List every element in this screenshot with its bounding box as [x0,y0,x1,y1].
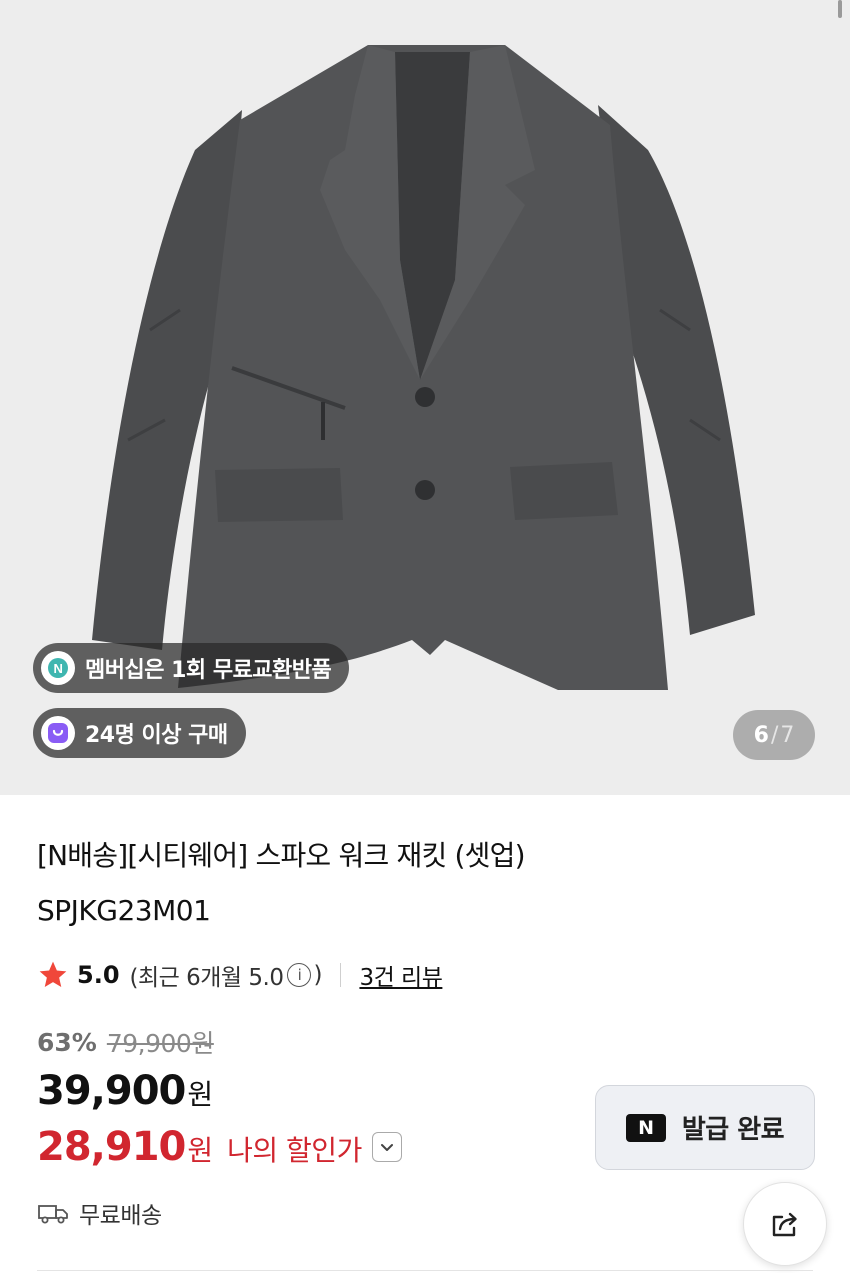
naver-n-icon: N [625,1113,666,1142]
scroll-indicator [838,0,842,18]
sale-price: 39,900 [37,1068,186,1114]
chevron-down-icon[interactable] [371,1132,402,1162]
review-link[interactable]: 3건 리뷰 [359,958,442,992]
image-counter-current: 6 [753,722,769,748]
buyers-badge-text: 24명 이상 구매 [85,723,228,748]
my-price: 28,910 [37,1124,186,1170]
shopping-bag-icon [41,716,75,750]
divider [339,963,342,987]
original-price: 79,900원 [106,1029,214,1058]
sale-price-unit: 원 [187,1078,214,1111]
rating-recent-close: ) [313,962,322,988]
discount-rate: 63% [37,1027,97,1057]
price-row: 39,900 원 [37,1068,213,1114]
product-image-gallery[interactable]: N 멤버십은 1회 무료교환반품 24명 이상 구매 6 / 7 [0,0,850,795]
section-divider [37,1270,813,1271]
buyers-badge: 24명 이상 구매 [33,708,246,758]
rating-recent-text: (최근 6개월 5.0 [129,965,284,991]
image-counter-total: 7 [780,722,795,748]
share-icon [772,1212,797,1237]
rating-score: 5.0 [77,961,120,989]
star-icon [39,961,67,987]
rating-row: 5.0 (최근 6개월 5.0 i ) 3건 리뷰 [37,955,443,995]
image-counter: 6 / 7 [733,710,815,760]
rating-recent: (최근 6개월 5.0 i ) [129,958,323,992]
coupon-issued-label: 발급 완료 [681,1115,785,1145]
image-counter-separator: / [770,722,779,748]
membership-icon: N [41,651,75,685]
share-button[interactable] [743,1182,827,1266]
svg-text:N: N [54,661,63,676]
my-price-unit: 원 [187,1134,214,1167]
truck-icon [38,1205,68,1224]
membership-badge: N 멤버십은 1회 무료교환반품 [33,643,350,693]
my-price-label: 나의 할인가 [227,1134,362,1167]
my-price-row[interactable]: 28,910 원 나의 할인가 [37,1124,402,1170]
shipping-info: 무료배송 [37,1196,162,1230]
coupon-issued-button[interactable]: N 발급 완료 [595,1085,815,1170]
shipping-label: 무료배송 [79,1203,162,1229]
product-sku: SPJKG23M01 [37,894,211,927]
discount-row: 63% 79,900원 [37,1024,214,1060]
membership-badge-text: 멤버십은 1회 무료교환반품 [85,658,332,683]
product-title: [N배송][시티웨어] 스파오 워크 재킷 (셋업) [37,839,526,872]
info-icon[interactable]: i [287,963,312,987]
